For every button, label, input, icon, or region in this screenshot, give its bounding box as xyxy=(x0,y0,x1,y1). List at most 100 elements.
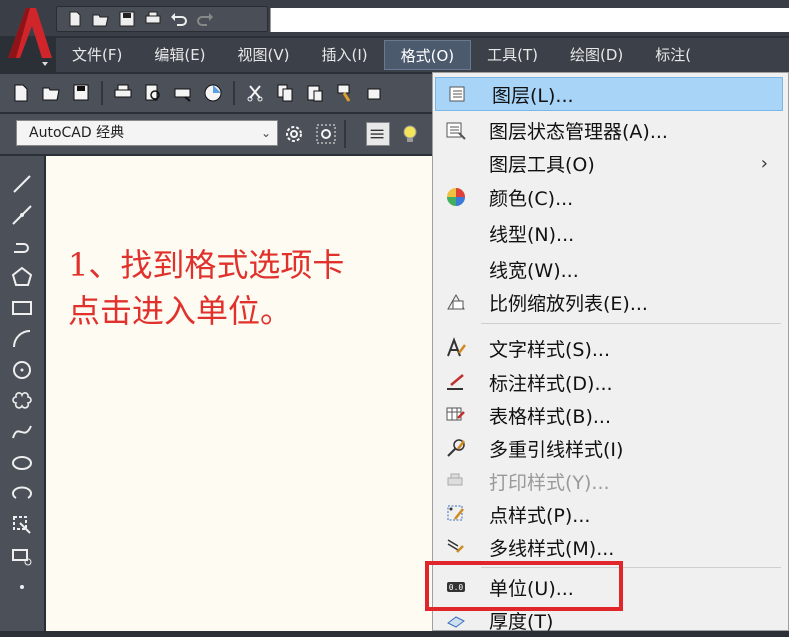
autocad-logo-icon[interactable] xyxy=(2,0,54,72)
plot-preview-icon[interactable] xyxy=(140,80,166,106)
menu-item-label: 多线样式(M)... xyxy=(489,537,615,560)
menu-item-dimension-style[interactable]: 标注样式(D)... xyxy=(433,365,788,399)
print-icon[interactable] xyxy=(143,10,163,28)
open-icon[interactable] xyxy=(91,10,111,28)
menu-item-label: 比例缩放列表(E)... xyxy=(489,292,648,315)
match-properties-icon[interactable] xyxy=(332,80,358,106)
menu-tools[interactable]: 工具(T) xyxy=(471,40,554,70)
workspace-value: AutoCAD 经典 xyxy=(29,125,125,141)
save-icon[interactable] xyxy=(68,80,94,106)
menu-item-linetype[interactable]: 线型(N)... xyxy=(433,216,788,250)
open-icon[interactable] xyxy=(38,80,64,106)
workspaces-toolbar: AutoCAD 经典 ⌄ xyxy=(0,114,432,154)
menu-item-multiline-style[interactable]: 多线样式(M)... xyxy=(433,530,788,564)
redo-icon[interactable] xyxy=(195,10,215,28)
menu-dimension[interactable]: 标注( xyxy=(639,40,707,70)
menu-item-label: 图层工具(O) xyxy=(489,153,595,176)
menu-item-label: 多重引线样式(I) xyxy=(489,438,624,461)
toolbar-separator xyxy=(233,81,235,105)
spline-icon[interactable] xyxy=(4,416,40,447)
point-icon[interactable] xyxy=(4,571,40,602)
plot-style-icon xyxy=(443,468,469,494)
menu-bar: 文件(F) 编辑(E) 视图(V) 插入(I) 格式(O) 工具(T) 绘图(D… xyxy=(56,38,789,72)
layer-icon xyxy=(446,81,472,107)
menu-file[interactable]: 文件(F) xyxy=(56,40,138,70)
toolbar-separator xyxy=(344,120,346,148)
scale-list-icon xyxy=(443,289,469,315)
new-icon[interactable] xyxy=(8,80,34,106)
standard-toolbar xyxy=(0,74,432,112)
ellipse-icon[interactable] xyxy=(4,447,40,478)
circle-icon[interactable] xyxy=(4,354,40,385)
menu-separator xyxy=(481,323,781,324)
menu-item-mleader-style[interactable]: 多重引线样式(I) xyxy=(433,431,788,465)
lightbulb-icon[interactable] xyxy=(398,122,422,146)
workspace-select[interactable]: AutoCAD 经典 ⌄ xyxy=(16,120,278,146)
paste-icon[interactable] xyxy=(302,80,328,106)
chevron-right-icon: › xyxy=(760,152,768,174)
new-icon[interactable] xyxy=(65,10,85,28)
block-editor-icon[interactable] xyxy=(362,80,388,106)
menu-item-label: 点样式(P)... xyxy=(489,504,591,527)
callout-highlight-box xyxy=(425,561,623,611)
menu-item-layer-state-manager[interactable]: 图层状态管理器(A)... xyxy=(433,113,788,147)
menu-item-text-style[interactable]: 文字样式(S)... xyxy=(433,331,788,365)
menu-item-label: 文字样式(S)... xyxy=(489,338,611,361)
menu-item-plot-style: 打印样式(Y)... xyxy=(433,464,788,498)
polygon-icon[interactable] xyxy=(4,261,40,292)
menu-item-color[interactable]: 颜色(C)... xyxy=(433,180,788,214)
ellipse-arc-icon[interactable] xyxy=(4,478,40,509)
tutorial-annotation: 1、找到格式选项卡 点击进入单位。 xyxy=(68,246,345,330)
menu-item-label: 图层(L)... xyxy=(492,84,574,107)
undo-icon[interactable] xyxy=(169,10,189,28)
copy-icon[interactable] xyxy=(272,80,298,106)
mline-style-icon xyxy=(443,534,469,560)
color-wheel-icon xyxy=(443,184,469,210)
rectangle-icon[interactable] xyxy=(4,292,40,323)
3d-dwf-icon[interactable] xyxy=(200,80,226,106)
chevron-down-icon: ⌄ xyxy=(260,126,271,140)
menu-item-layer[interactable]: 图层(L)... xyxy=(435,77,783,111)
point-style-icon xyxy=(443,501,469,527)
table-style-icon xyxy=(443,402,469,428)
publish-icon[interactable] xyxy=(170,80,196,106)
menu-edit[interactable]: 编辑(E) xyxy=(138,40,221,70)
menu-item-layer-tools[interactable]: 图层工具(O) › xyxy=(433,146,788,180)
toolbar-separator xyxy=(101,81,103,105)
revision-cloud-icon[interactable] xyxy=(4,385,40,416)
menu-item-label: 表格样式(B)... xyxy=(489,405,611,428)
plot-icon[interactable] xyxy=(110,80,136,106)
menu-item-scale-list[interactable]: 比例缩放列表(E)... xyxy=(433,285,788,319)
menu-item-label: 打印样式(Y)... xyxy=(489,471,610,494)
workspace-settings-icon[interactable] xyxy=(314,122,338,146)
menu-item-label: 颜色(C)... xyxy=(489,187,574,210)
menu-item-label: 线型(N)... xyxy=(489,223,575,246)
menu-item-table-style[interactable]: 表格样式(B)... xyxy=(433,398,788,432)
insert-block-icon[interactable] xyxy=(4,509,40,540)
menu-item-label: 线宽(W)... xyxy=(489,259,579,282)
menu-item-label: 标注样式(D)... xyxy=(489,372,613,395)
save-icon[interactable] xyxy=(117,10,137,28)
make-block-icon[interactable] xyxy=(4,540,40,571)
line-icon[interactable] xyxy=(4,168,40,199)
mleader-style-icon xyxy=(443,435,469,461)
gear-icon[interactable] xyxy=(282,122,306,146)
menu-view[interactable]: 视图(V) xyxy=(222,40,306,70)
menu-draw[interactable]: 绘图(D) xyxy=(554,40,639,70)
construction-line-icon[interactable] xyxy=(4,199,40,230)
title-area xyxy=(270,8,789,32)
cut-icon[interactable] xyxy=(242,80,268,106)
menu-insert[interactable]: 插入(I) xyxy=(306,40,384,70)
menu-item-lineweight[interactable]: 线宽(W)... xyxy=(433,252,788,286)
quick-access-toolbar xyxy=(56,6,268,32)
menu-item-point-style[interactable]: 点样式(P)... xyxy=(433,497,788,531)
arc-icon[interactable] xyxy=(4,323,40,354)
drawing-canvas[interactable]: 1、找到格式选项卡 点击进入单位。 xyxy=(46,156,436,631)
layer-state-icon xyxy=(443,117,469,143)
polyline-icon[interactable] xyxy=(4,230,40,261)
format-menu-dropdown: 图层(L)... 图层状态管理器(A)... 图层工具(O) › 颜色(C)..… xyxy=(432,72,789,633)
menu-format[interactable]: 格式(O) xyxy=(383,40,472,70)
draw-toolbar xyxy=(0,156,46,631)
layer-properties-icon[interactable] xyxy=(366,122,390,146)
dim-style-icon xyxy=(443,369,469,395)
